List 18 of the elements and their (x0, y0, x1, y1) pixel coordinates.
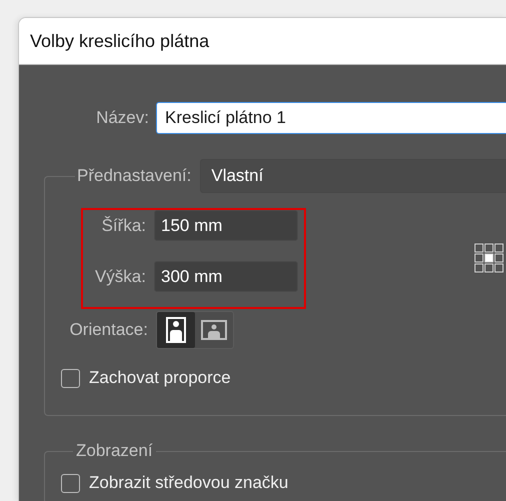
landscape-person-icon (201, 320, 227, 340)
preset-dropdown[interactable]: Vlastní (200, 159, 506, 193)
size-input-field[interactable]: 300 mm (154, 261, 298, 292)
checkbox-label: Zachovat proporce (89, 368, 231, 388)
portrait-person-icon (166, 317, 186, 343)
window-title: Volby kreslicího plátna (19, 18, 506, 65)
name-label: Název: (95, 108, 149, 128)
size-label: Šířka: (100, 216, 146, 236)
checkbox[interactable] (61, 368, 80, 388)
reference-point-grid-icon[interactable] (474, 243, 505, 274)
size-label: Výška: (94, 266, 146, 286)
checkbox-label: Zobrazit středovou značku (89, 473, 288, 493)
name-input-field[interactable]: Kreslicí plátno 1 (156, 102, 506, 134)
display-legend: Zobrazení (73, 441, 156, 461)
orientation-label: Orientace: (68, 320, 148, 340)
orientation-button[interactable] (157, 312, 195, 348)
checkbox[interactable] (61, 474, 80, 492)
size-input-field[interactable]: 150 mm (154, 210, 298, 241)
